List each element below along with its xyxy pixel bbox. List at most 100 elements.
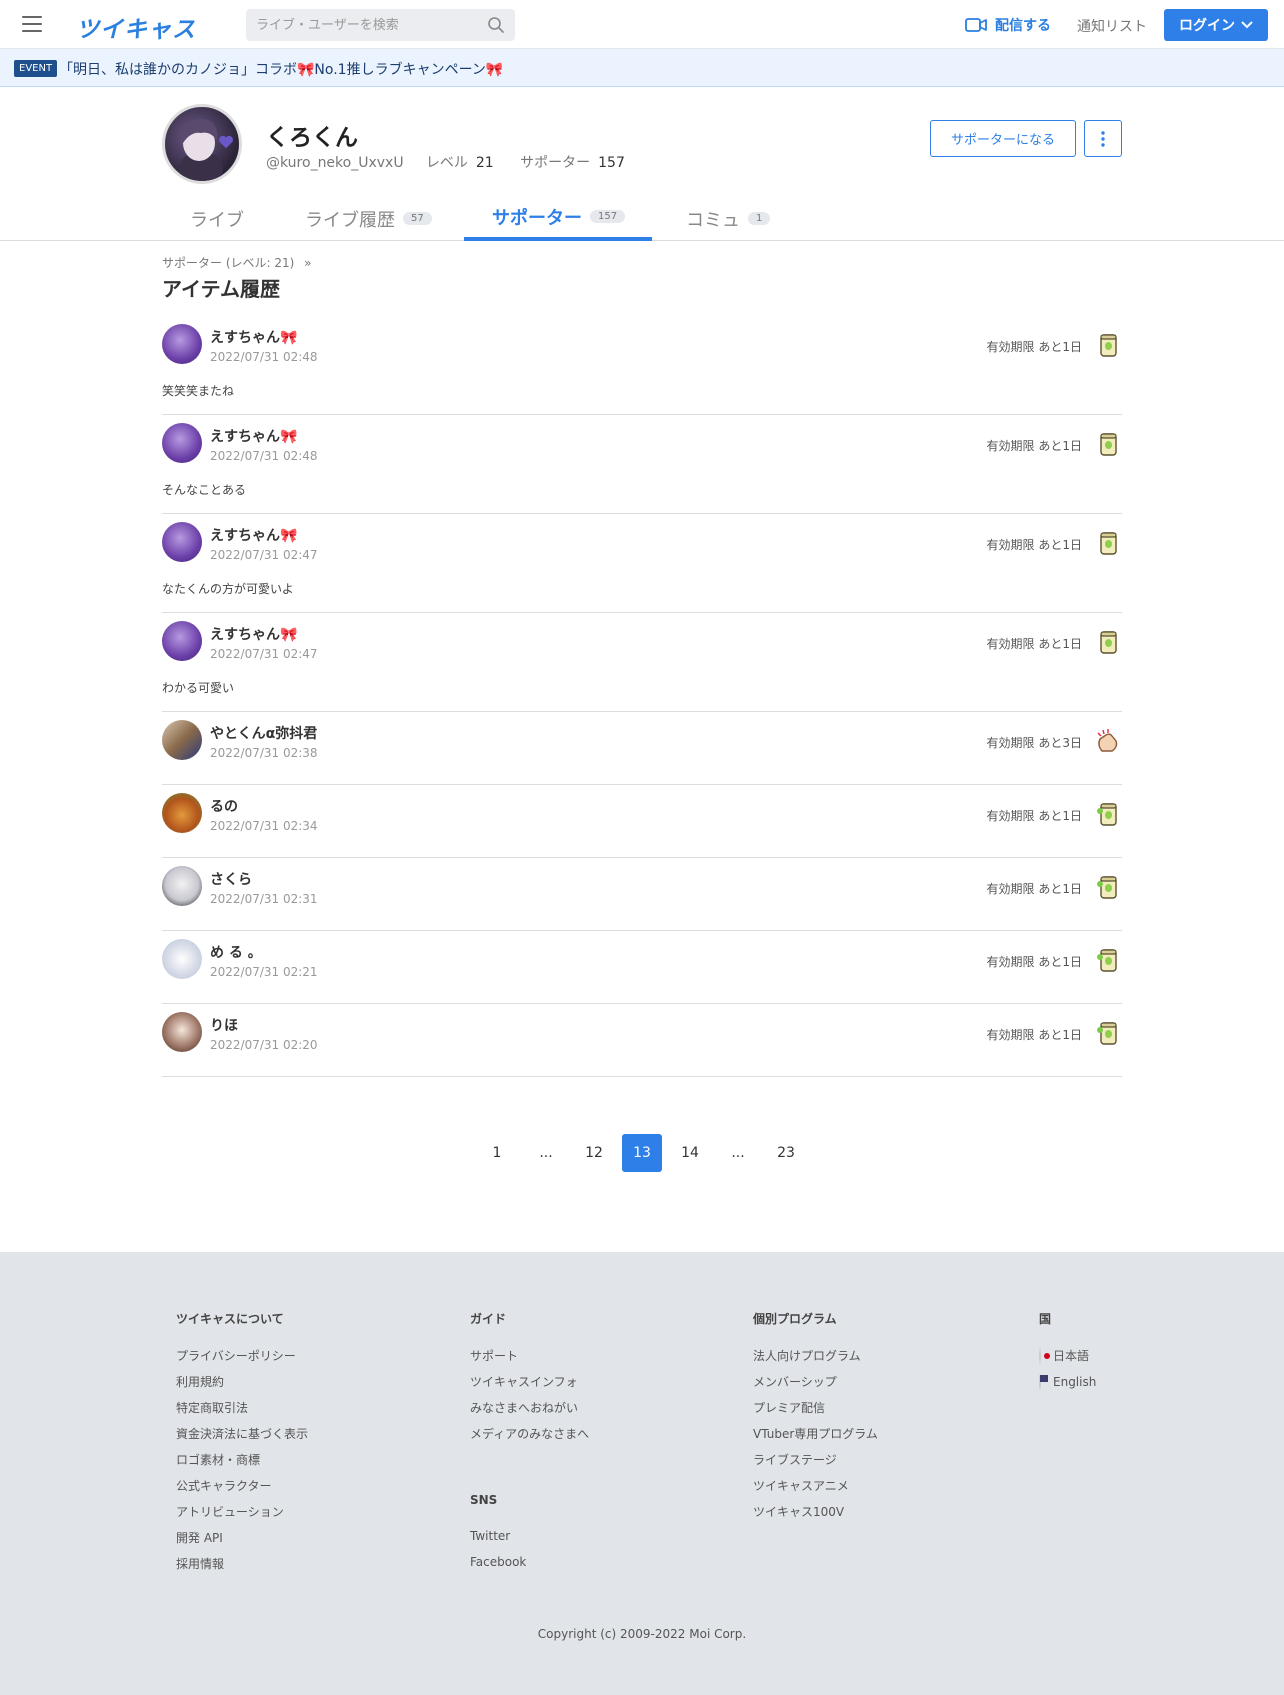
footer-heading: SNS [470,1493,498,1507]
top-navigation-bar: ツイキャス 配信する 通知リスト ログイン [0,0,1284,49]
become-supporter-button[interactable]: サポーターになる [930,120,1076,157]
tea-can-icon [1097,876,1117,899]
search-box[interactable] [246,9,515,41]
language-english[interactable]: English [1039,1374,1097,1401]
footer-link[interactable]: プレミア配信 [753,1401,878,1427]
footer-link[interactable]: 法人向けプログラム [753,1349,878,1375]
item-username[interactable]: えすちゃん🎀 [210,525,297,545]
japan-flag-icon [1039,1348,1050,1364]
site-logo[interactable]: ツイキャス [76,10,196,44]
user-avatar[interactable] [162,1012,202,1052]
hamburger-menu-icon[interactable] [22,16,42,32]
page-link[interactable]: 14 [670,1134,710,1172]
footer-link[interactable]: 開発 API [176,1531,308,1557]
list-item: えすちゃん🎀 2022/07/31 02:47 有効期限 あと1日 わかる可愛い [162,613,1122,712]
footer-link[interactable]: サポート [470,1349,589,1375]
profile-name: くろくん [266,125,358,151]
profile-handle: @kuro_neko_UxvxU [266,155,404,171]
footer-link[interactable]: ロゴ素材・商標 [176,1453,308,1479]
more-options-button[interactable] [1084,120,1122,157]
item-date: 2022/07/31 02:34 [210,819,318,833]
tab-label: ライブ [190,209,244,231]
item-username[interactable]: め る 。 [210,942,262,962]
item-username[interactable]: えすちゃん🎀 [210,426,297,446]
item-date: 2022/07/31 02:21 [210,965,318,979]
user-avatar[interactable] [162,621,202,661]
start-stream-button[interactable]: 配信する [965,15,1051,35]
footer-link-facebook[interactable]: Facebook [470,1555,589,1581]
tab-live[interactable]: ライブ [190,196,244,241]
footer-link[interactable]: ライブステージ [753,1453,878,1479]
notification-list-link[interactable]: 通知リスト [1077,16,1147,36]
breadcrumb-link[interactable]: サポーター (レベル: 21) [162,256,294,270]
item-message: わかる可愛い [162,681,235,695]
tab-community[interactable]: コミュ 1 [686,196,771,241]
profile-avatar[interactable] [162,104,242,184]
footer-link[interactable]: メンバーシップ [753,1375,878,1401]
page-link[interactable]: 12 [574,1134,614,1172]
breadcrumb[interactable]: サポーター (レベル: 21) » [162,254,311,271]
page-link[interactable]: 23 [766,1134,806,1172]
chevron-down-icon [1241,21,1253,29]
tea-can-icon [1100,532,1117,555]
list-item: りほ 2022/07/31 02:20 有効期限 あと1日 [162,1004,1122,1077]
footer-link-twitter[interactable]: Twitter [470,1529,589,1555]
item-username[interactable]: やとくんα弥抖君 [210,723,317,743]
clap-icon [1097,729,1118,752]
list-item: やとくんα弥抖君 2022/07/31 02:38 有効期限 あと3日 [162,712,1122,785]
footer-guide-column: ガイド サポート ツイキャスインフォ みなさまへおねがい メディアのみなさまへ … [470,1310,589,1581]
page-link[interactable]: 1 [477,1134,517,1172]
user-avatar[interactable] [162,522,202,562]
footer-link[interactable]: ツイキャスインフォ [470,1375,589,1401]
item-username[interactable]: さくら [210,869,252,889]
footer-link[interactable]: 特定商取引法 [176,1401,308,1427]
tea-can-icon [1100,334,1117,357]
profile-tabs: ライブ ライブ履歴 57 サポーター 157 コミュ 1 [0,196,1284,241]
footer-heading: ツイキャスについて [176,1312,284,1326]
tab-supporters[interactable]: サポーター 157 [464,196,652,241]
copyright-text: Copyright (c) 2009-2022 Moi Corp. [537,1627,747,1641]
page-title: アイテム履歴 [162,277,280,301]
footer-link[interactable]: ツイキャス100V [753,1505,878,1531]
item-username[interactable]: るの [210,796,238,816]
language-label: English [1053,1375,1097,1389]
item-username[interactable]: えすちゃん🎀 [210,624,297,644]
search-input[interactable] [256,9,476,41]
footer-link[interactable]: 資金決済法に基づく表示 [176,1427,308,1453]
item-date: 2022/07/31 02:48 [210,449,318,463]
footer-link[interactable]: VTuber専用プログラム [753,1427,878,1453]
footer-link[interactable]: 採用情報 [176,1557,308,1583]
footer-link[interactable]: 利用規約 [176,1375,308,1401]
user-avatar[interactable] [162,324,202,364]
search-icon[interactable] [487,16,505,34]
language-japanese[interactable]: 日本語 [1039,1348,1096,1375]
user-avatar[interactable] [162,939,202,979]
page-link-current[interactable]: 13 [622,1134,662,1172]
footer-link[interactable]: アトリビューション [176,1505,308,1531]
pagination: 1 ... 12 13 14 ... 23 [0,1134,1284,1172]
event-text[interactable]: 「明日、私は誰かのカノジョ」コラボ🎀No.1推しラブキャンペーン🎀 [59,59,503,79]
footer-link[interactable]: 公式キャラクター [176,1479,308,1505]
user-avatar[interactable] [162,866,202,906]
login-button[interactable]: ログイン [1164,9,1268,41]
event-banner[interactable]: EVENT 「明日、私は誰かのカノジョ」コラボ🎀No.1推しラブキャンペーン🎀 [0,49,1284,87]
tab-count-badge: 1 [748,212,771,225]
footer-link[interactable]: ツイキャスアニメ [753,1479,878,1505]
footer-link[interactable]: メディアのみなさまへ [470,1427,589,1453]
item-expiry: 有効期限 あと1日 [986,538,1082,552]
user-avatar[interactable] [162,793,202,833]
tab-live-history[interactable]: ライブ履歴 57 [305,196,432,241]
footer-about-column: ツイキャスについて プライバシーポリシー 利用規約 特定商取引法 資金決済法に基… [176,1310,308,1583]
item-expiry: 有効期限 あと1日 [986,637,1082,651]
user-avatar[interactable] [162,720,202,760]
item-date: 2022/07/31 02:48 [210,350,318,364]
item-username[interactable]: りほ [210,1015,238,1035]
level-value: 21 [475,155,494,171]
user-avatar[interactable] [162,423,202,463]
login-label: ログイン [1179,18,1235,34]
item-username[interactable]: えすちゃん🎀 [210,327,297,347]
tea-can-icon [1100,631,1117,654]
item-date: 2022/07/31 02:38 [210,746,318,760]
footer-link[interactable]: みなさまへおねがい [470,1401,589,1427]
footer-link[interactable]: プライバシーポリシー [176,1349,308,1375]
